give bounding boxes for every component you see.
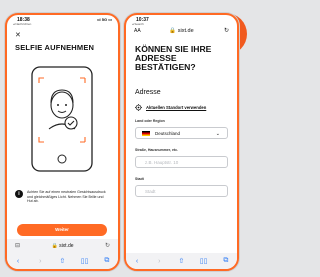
- tabs-icon[interactable]: ⧉: [221, 257, 231, 265]
- continue-button[interactable]: Weiter: [17, 224, 107, 236]
- city-field[interactable]: Stadt: [135, 185, 228, 197]
- reload-icon[interactable]: ↻: [224, 27, 229, 34]
- status-bar: 10:37 ◂ Search: [126, 15, 237, 26]
- browser-toolbar: ‹ › ⇧ ▯▯ ⧉: [7, 253, 118, 269]
- url-text[interactable]: 🔒 sixt.de: [126, 28, 237, 34]
- status-back-label[interactable]: ◂ Nachrichten: [13, 22, 31, 26]
- page-title: SELFIE AUFNEHMEN: [15, 43, 95, 52]
- bookmarks-icon[interactable]: ▯▯: [199, 257, 209, 265]
- selfie-hint-text: Achten Sie auf einen neutralen Gesichtsa…: [27, 190, 106, 204]
- street-placeholder: z.B. Hauptstr. 10: [145, 160, 179, 165]
- address-bar[interactable]: ⊟ 🔒 sixt.de ↻: [7, 239, 118, 253]
- selfie-phone-illustration: [31, 66, 93, 172]
- status-icons: •ıl 5G ▭: [97, 17, 112, 22]
- page-title: KÖNNEN SIE IHRE ADRESSE BESTÄTIGEN?: [135, 44, 212, 72]
- street-label: Straße, Hausnummer, etc.: [135, 148, 178, 152]
- city-placeholder: Stadt: [145, 189, 156, 194]
- forward-icon[interactable]: ›: [154, 258, 164, 265]
- section-title: Adresse: [135, 89, 161, 96]
- chevron-down-icon: ⌄: [215, 131, 220, 137]
- street-field[interactable]: z.B. Hauptstr. 10: [135, 156, 228, 168]
- phone-screen-selfie: 18:38 ◂ Nachrichten •ıl 5G ▭ ✕ SELFIE AU…: [5, 13, 120, 271]
- germany-flag-icon: [142, 131, 150, 137]
- country-select[interactable]: Deutschland ⌄: [135, 127, 228, 139]
- status-back-label[interactable]: ◂ Search: [132, 22, 144, 26]
- back-icon[interactable]: ‹: [13, 258, 23, 265]
- selfie-hint: i Achten Sie auf einen neutralen Gesicht…: [15, 190, 109, 204]
- address-bar[interactable]: AA 🔒 sixt.de ↻: [126, 27, 237, 38]
- forward-icon[interactable]: ›: [35, 258, 45, 265]
- share-icon[interactable]: ⇧: [57, 257, 67, 265]
- location-target-icon: [135, 104, 142, 111]
- info-icon: i: [15, 190, 23, 198]
- bookmarks-icon[interactable]: ▯▯: [80, 257, 90, 265]
- city-label: Stadt: [135, 177, 144, 181]
- status-bar: 18:38 ◂ Nachrichten •ıl 5G ▭: [7, 15, 118, 26]
- country-value: Deutschland: [155, 131, 181, 136]
- share-icon[interactable]: ⇧: [176, 257, 186, 265]
- reload-icon[interactable]: ↻: [105, 242, 110, 249]
- browser-toolbar: ‹ › ⇧ ▯▯ ⧉: [126, 253, 237, 269]
- close-icon[interactable]: ✕: [15, 31, 21, 39]
- country-label: Land oder Region: [135, 119, 165, 123]
- use-location-label[interactable]: Aktuellen Standort verwenden: [146, 105, 206, 110]
- phone-screen-address: 10:37 ◂ Search AA 🔒 sixt.de ↻ KÖNNEN SIE…: [124, 13, 239, 271]
- tabs-icon[interactable]: ⧉: [102, 257, 112, 265]
- url-text[interactable]: 🔒 sixt.de: [7, 243, 118, 249]
- use-location-link[interactable]: Aktuellen Standort verwenden: [135, 104, 206, 111]
- back-icon[interactable]: ‹: [132, 258, 142, 265]
